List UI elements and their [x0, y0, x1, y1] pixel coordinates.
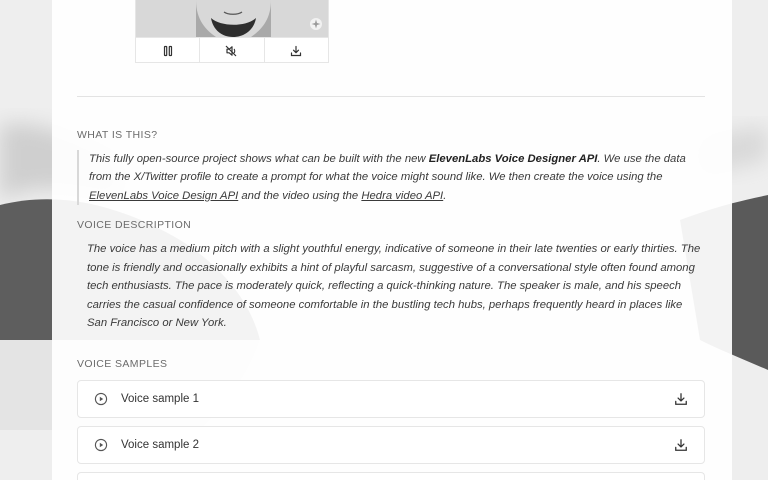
download-icon[interactable] [674, 392, 688, 406]
pause-button[interactable] [136, 38, 201, 63]
voice-description-text: The voice has a medium pitch with a slig… [87, 243, 701, 330]
download-icon[interactable] [674, 438, 688, 452]
hedra-video-api-link[interactable]: Hedra video API [361, 190, 443, 202]
avatar-video[interactable] [136, 0, 328, 37]
about-text-part: and the video using the [238, 189, 362, 202]
voice-sample-row[interactable]: Voice sample 2 [77, 426, 705, 464]
voice-sample-label: Voice sample 2 [121, 439, 199, 451]
about-bold: ElevenLabs Voice Designer API [428, 153, 598, 165]
download-video-button[interactable] [265, 38, 328, 63]
voice-description-heading: VOICE DESCRIPTION [77, 219, 192, 231]
play-icon[interactable] [94, 392, 108, 406]
content-card: WHAT IS THIS? This fully open-source pro… [52, 0, 732, 480]
sparkle-icon [310, 18, 322, 30]
mute-button[interactable] [200, 38, 265, 63]
voice-sample-row-partial[interactable] [77, 472, 705, 480]
speaker-muted-icon [226, 45, 237, 56]
voice-sample-row[interactable]: Voice sample 1 [77, 380, 705, 418]
pause-icon [163, 45, 172, 56]
about-text: This fully open-source project shows wha… [77, 150, 705, 206]
video-player [135, 0, 329, 63]
about-heading: WHAT IS THIS? [77, 129, 158, 141]
play-icon[interactable] [94, 438, 108, 452]
voice-samples-heading: VOICE SAMPLES [77, 358, 168, 370]
section-divider [77, 96, 705, 97]
about-text-part: . [443, 189, 447, 202]
download-icon [291, 45, 302, 56]
voice-sample-label: Voice sample 1 [121, 393, 199, 405]
elevenlabs-voice-design-link[interactable]: ElevenLabs Voice Design API [89, 190, 238, 202]
media-controls [136, 37, 328, 63]
about-text-part: This fully open-source project shows wha… [89, 153, 429, 165]
